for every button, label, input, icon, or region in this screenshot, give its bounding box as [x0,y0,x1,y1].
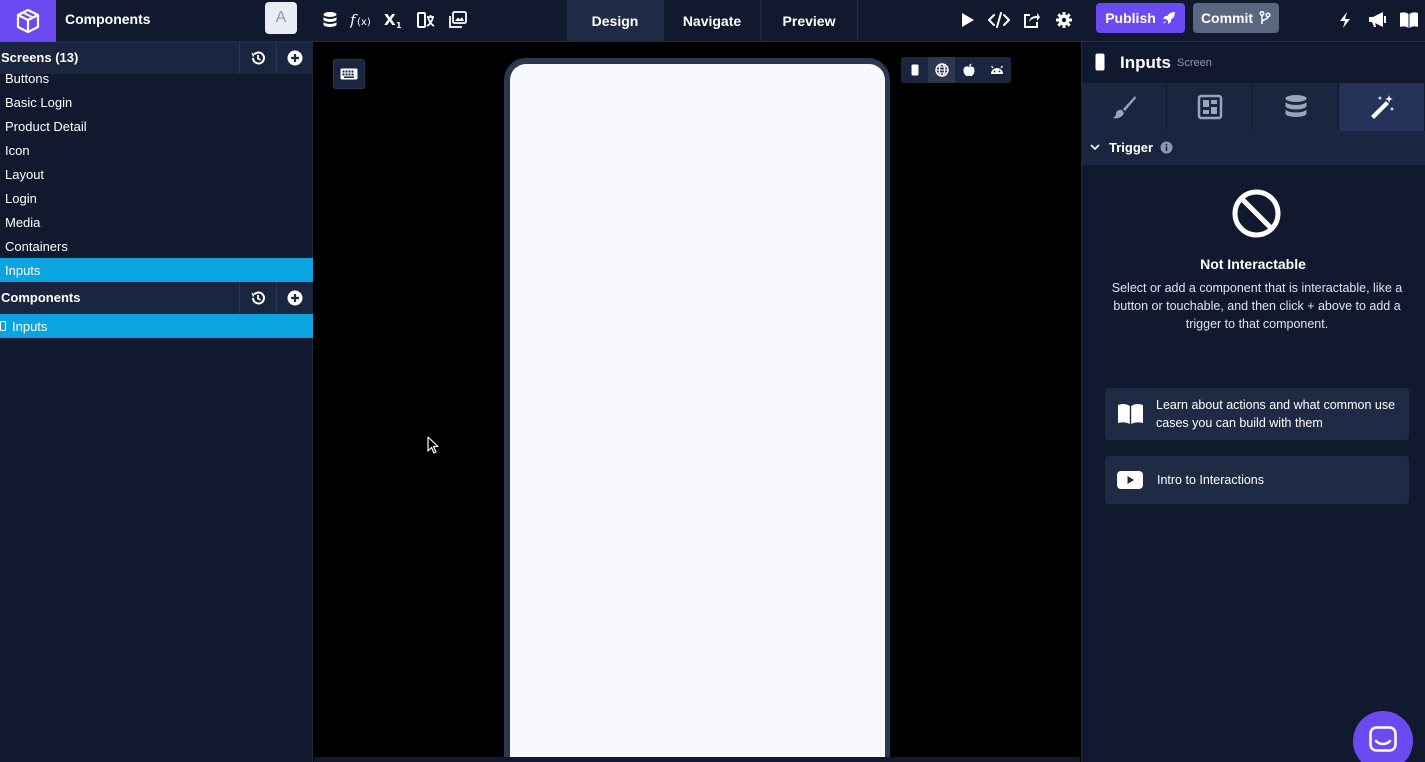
phone-icon [0,321,6,331]
layout-icon [1197,94,1222,120]
publish-button[interactable]: Publish [1096,3,1185,33]
platform-ios-button[interactable] [955,57,982,83]
logo-cube-icon [16,8,40,34]
tab-preview[interactable]: Preview [761,0,858,42]
trigger-label: Trigger [1109,140,1154,155]
tab-navigate[interactable]: Navigate [664,0,761,42]
youtube-play-icon [1117,471,1143,489]
phone-icon [911,64,918,76]
database-icon[interactable] [319,9,341,31]
branch-icon [1259,11,1271,24]
learn-actions-text: Learn about actions and what common use … [1156,398,1396,430]
publish-label: Publish [1105,10,1156,26]
not-interactable-title: Not Interactable [1200,256,1306,272]
apple-icon [963,63,974,77]
screen-item-layout[interactable]: Layout [0,162,313,186]
megaphone-icon[interactable] [1366,9,1388,31]
magic-wand-icon [1370,95,1394,119]
keyboard-icon [340,68,358,80]
plus-circle-icon [287,50,303,66]
properties-tabs [1081,83,1425,131]
screen-item-login[interactable]: Login [0,186,313,210]
components-history-button[interactable] [239,282,276,314]
screen-item-basic-login[interactable]: Basic Login [0,90,313,114]
learn-actions-card[interactable]: Learn about actions and what common use … [1105,388,1409,440]
rocket-icon [1162,12,1175,24]
screen-item-buttons[interactable]: Buttons [0,74,313,90]
history-icon [251,291,265,305]
platform-android-button[interactable] [982,57,1011,83]
platform-switcher [901,57,1011,83]
components-title: Components [1,290,81,305]
subscript-icon[interactable]: X1 [383,9,405,31]
settings-gear-icon[interactable] [1053,9,1075,31]
docs-book-icon[interactable] [1398,9,1420,31]
share-icon[interactable] [1021,9,1043,31]
tab-layout[interactable] [1167,83,1253,131]
screens-header: Screens (13) [0,42,313,74]
tab-design[interactable]: Design [567,0,664,42]
components-header: Components [0,282,313,314]
svg-text:1: 1 [396,21,402,29]
selected-item-title: Inputs [1120,53,1171,72]
intro-video-card[interactable]: Intro to Interactions [1105,456,1409,504]
not-allowed-icon [1232,189,1281,238]
component-tree-label: Inputs [12,318,48,334]
app-logo[interactable] [0,0,56,42]
play-icon[interactable] [956,9,978,31]
add-screen-button[interactable] [276,42,313,74]
screens-list: Buttons Basic Login Product Detail Icon … [0,74,313,282]
android-icon [990,65,1003,74]
screen-item-product-detail[interactable]: Product Detail [0,114,313,138]
screens-history-button[interactable] [239,42,276,74]
database-icon [1285,95,1306,117]
screens-title: Screens (13) [1,50,79,65]
book-icon [1118,403,1143,424]
svg-text:X: X [384,11,396,29]
svg-text:(x): (x) [357,17,371,28]
support-chat-button[interactable] [1353,711,1413,762]
info-icon[interactable] [1160,141,1173,154]
keyboard-shortcuts-button[interactable] [333,59,365,89]
tab-interactions[interactable] [1339,83,1425,131]
commit-label: Commit [1200,10,1254,26]
project-name[interactable]: Components [65,11,151,27]
not-interactable-description: Select or add a component that is intera… [1111,281,1403,331]
platform-phone-button[interactable] [901,57,928,83]
phone-icon [1095,53,1105,71]
function-icon[interactable]: f (x) [350,9,374,31]
screen-item-icon[interactable]: Icon [0,138,313,162]
platform-web-button[interactable] [928,57,955,83]
mode-tabs: Design Navigate Preview [567,0,858,42]
plus-circle-icon [287,290,303,306]
tab-style[interactable] [1081,83,1167,131]
brush-icon [1112,96,1136,119]
screen-preview[interactable] [510,64,885,762]
lightning-icon[interactable] [1334,9,1356,31]
code-icon[interactable] [988,9,1010,31]
component-tree-item-inputs[interactable]: Inputs [0,314,313,338]
screen-item-inputs[interactable]: Inputs [0,258,313,282]
history-icon [251,51,265,65]
commit-button[interactable]: Commit [1193,3,1279,33]
tab-data[interactable] [1253,83,1339,131]
chat-icon [1369,726,1397,752]
canvas-bottom-bar [314,757,1080,762]
selected-item-type: Screen [1177,57,1212,69]
screen-item-containers[interactable]: Containers [0,234,313,258]
intro-video-text: Intro to Interactions [1157,473,1265,487]
add-component-button[interactable] [276,282,313,314]
avatar[interactable]: A [265,2,297,34]
image-gallery-icon[interactable] [447,9,469,31]
screen-item-media[interactable]: Media [0,210,313,234]
globe-icon [934,63,949,77]
chevron-down-icon [1090,144,1100,151]
mouse-cursor-icon [427,436,439,454]
translate-icon[interactable] [415,9,437,31]
top-bar: Components A f (x) X1 Design Navigate Pre… [0,0,1425,42]
